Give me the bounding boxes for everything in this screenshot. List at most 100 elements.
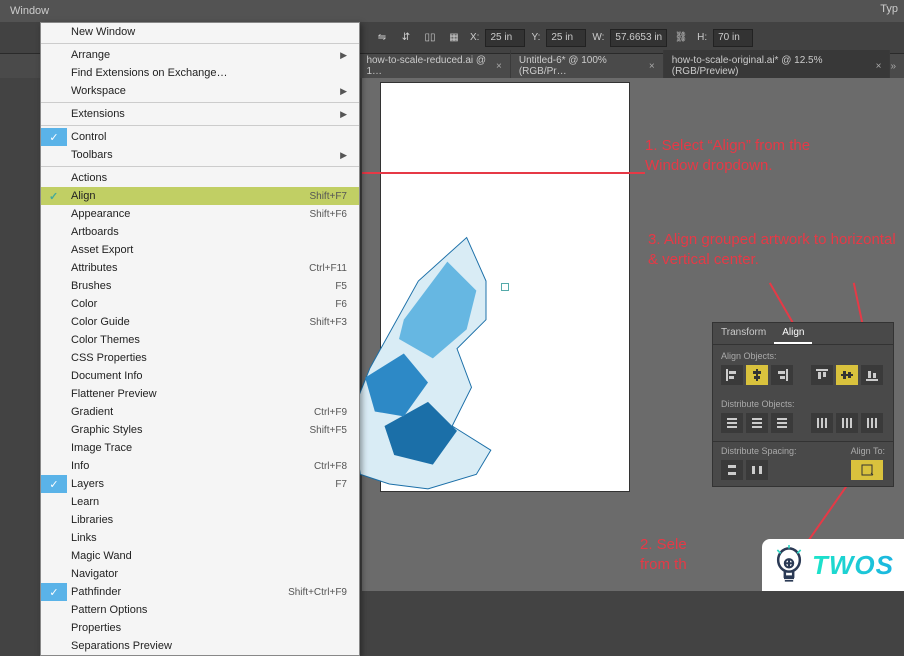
menu-item[interactable]: Extensions▶ (41, 105, 359, 126)
menu-item[interactable]: Color GuideShift+F3 (41, 313, 359, 331)
menu-item[interactable]: Workspace ▶ (41, 82, 359, 103)
dist-vcenter-button[interactable] (746, 413, 768, 433)
menu-item[interactable]: Asset Export (41, 241, 359, 259)
menu-item-label: Control (71, 131, 106, 143)
menu-item-label: Workspace (71, 85, 126, 97)
menu-item[interactable]: Learn (41, 493, 359, 511)
menu-item-label: Info (71, 460, 89, 472)
menu-item-label: Flattener Preview (71, 388, 157, 400)
menu-item[interactable]: AttributesCtrl+F11 (41, 259, 359, 277)
artboard[interactable] (380, 82, 630, 492)
menu-item[interactable]: Arrange▶ (41, 46, 359, 64)
menu-item[interactable]: Toolbars▶ (41, 146, 359, 167)
tab-align[interactable]: Align (774, 323, 812, 344)
dist-bottom-button[interactable] (771, 413, 793, 433)
align-left-button[interactable] (721, 365, 743, 385)
submenu-arrow-icon: ▶ (340, 86, 347, 97)
tab-label: how-to-scale-reduced.ai @ 1… (366, 55, 490, 77)
menu-item-label: Document Info (71, 370, 143, 382)
menu-item[interactable]: ColorF6 (41, 295, 359, 313)
dist-left-button[interactable] (811, 413, 833, 433)
watermark-badge: TWOS (762, 539, 904, 591)
align-panel[interactable]: Transform Align Align Objects: Distribut… (712, 322, 894, 487)
tab-label: how-to-scale-original.ai* @ 12.5% (RGB/P… (672, 55, 870, 77)
align-group-icon[interactable]: ▯▯ (420, 28, 440, 48)
menu-item-label: Libraries (71, 514, 113, 526)
map-artwork[interactable] (341, 223, 631, 513)
dist-top-button[interactable] (721, 413, 743, 433)
align-right-button[interactable] (771, 365, 793, 385)
menu-item[interactable]: Image Trace (41, 439, 359, 457)
close-icon[interactable]: × (496, 61, 502, 72)
annotation-2: 2. Sele from th (640, 535, 760, 574)
menu-item[interactable]: GradientCtrl+F9 (41, 403, 359, 421)
dist-space-v-button[interactable] (721, 460, 743, 480)
menu-item[interactable]: ✓PathfinderShift+Ctrl+F9 (41, 583, 359, 601)
menu-item-label: Learn (71, 496, 99, 508)
menu-item[interactable]: Actions (41, 169, 359, 187)
h-label: H: (697, 32, 707, 43)
menu-shortcut: Shift+F5 (309, 425, 347, 436)
menu-item-label: Links (71, 532, 97, 544)
y-field[interactable]: 25 in (546, 29, 586, 47)
menu-item[interactable]: ✓AlignShift+F7 (41, 187, 359, 205)
menu-item-label: Gradient (71, 406, 113, 418)
align-bottom-button[interactable] (861, 365, 883, 385)
menu-shortcut: Shift+F3 (309, 317, 347, 328)
menu-item[interactable]: Separations Preview (41, 637, 359, 655)
flip-h-icon[interactable]: ⇋ (372, 28, 392, 48)
menu-item[interactable]: CSS Properties (41, 349, 359, 367)
dist-space-h-button[interactable] (746, 460, 768, 480)
menu-item[interactable]: Artboards (41, 223, 359, 241)
menu-item[interactable]: Document Info (41, 367, 359, 385)
tabs-overflow-icon[interactable]: » (890, 61, 896, 72)
distribute-objects-label: Distribute Objects: (721, 399, 885, 409)
window-menu-dropdown[interactable]: New Window Arrange▶ Find Extensions on Exc… (40, 22, 360, 656)
h-field[interactable]: 70 in (713, 29, 753, 47)
menu-window[interactable]: Window (0, 1, 59, 21)
anchor-icon[interactable]: ▦ (444, 28, 464, 48)
menu-item[interactable]: Links (41, 529, 359, 547)
menu-item-label: Pathfinder (71, 586, 121, 598)
x-field[interactable]: 25 in (485, 29, 525, 47)
close-icon[interactable]: × (876, 61, 882, 72)
menu-item[interactable]: AppearanceShift+F6 (41, 205, 359, 223)
dist-hcenter-button[interactable] (836, 413, 858, 433)
app-menubar: Window (0, 0, 904, 22)
menu-item[interactable]: Find Extensions on Exchange… (41, 64, 359, 82)
close-icon[interactable]: × (649, 61, 655, 72)
menu-item[interactable]: Pattern Options (41, 601, 359, 619)
menu-item-label: Toolbars (71, 149, 113, 161)
link-wh-icon[interactable]: ⛓ (671, 28, 691, 48)
flip-v-icon[interactable]: ⇵ (396, 28, 416, 48)
menu-item[interactable]: New Window (41, 23, 359, 44)
menu-item-label: Find Extensions on Exchange… (71, 67, 228, 79)
menu-item[interactable]: Color Themes (41, 331, 359, 349)
checkmark-icon: ✓ (49, 190, 58, 203)
menu-item[interactable]: BrushesF5 (41, 277, 359, 295)
tab-transform[interactable]: Transform (713, 323, 774, 344)
menu-item[interactable]: InfoCtrl+F8 (41, 457, 359, 475)
menu-item-label: Graphic Styles (71, 424, 143, 436)
checkmark-icon: ✓ (41, 128, 67, 146)
menu-item[interactable]: ✓ Control (41, 128, 359, 146)
menu-item[interactable]: Libraries (41, 511, 359, 529)
align-top-button[interactable] (811, 365, 833, 385)
menu-item[interactable]: Properties (41, 619, 359, 637)
align-vcenter-button[interactable] (836, 365, 858, 385)
menu-item[interactable]: ✓LayersF7 (41, 475, 359, 493)
align-to-dropdown[interactable] (851, 460, 883, 480)
menu-item[interactable]: Magic Wand (41, 547, 359, 565)
annotation-3: 3. Align grouped artwork to horizontal &… (648, 230, 898, 269)
dist-right-button[interactable] (861, 413, 883, 433)
menu-shortcut: Shift+F6 (309, 209, 347, 220)
menu-item-label: Pattern Options (71, 604, 147, 616)
menu-item[interactable]: Flattener Preview (41, 385, 359, 403)
y-label: Y: (531, 32, 540, 43)
menu-item-label: Separations Preview (71, 640, 172, 652)
menu-shortcut: F6 (335, 299, 347, 310)
menu-item[interactable]: Navigator (41, 565, 359, 583)
w-field[interactable]: 57.6653 in (610, 29, 667, 47)
align-hcenter-button[interactable] (746, 365, 768, 385)
menu-item[interactable]: Graphic Styles Shift+F5 (41, 421, 359, 439)
